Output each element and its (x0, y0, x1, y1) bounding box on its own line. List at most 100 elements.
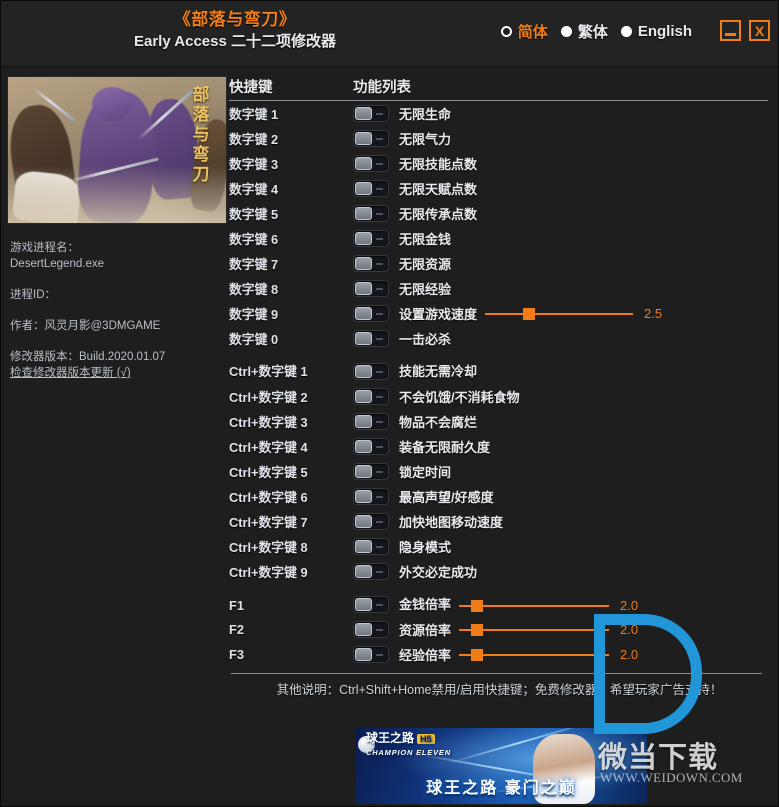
hotkey-label: 数字键 5 (229, 207, 279, 222)
cheat-name: 技能无需冷却 (399, 364, 478, 379)
slider-knob[interactable] (471, 623, 484, 636)
hotkey-label: Ctrl+数字键 9 (229, 565, 308, 580)
cheat-row: Ctrl+数字键 6 最高声望/好感度 (229, 484, 770, 509)
cheat-toggle[interactable] (353, 563, 389, 580)
cheat-row: Ctrl+数字键 5 锁定时间 (229, 459, 770, 484)
cheat-toggle[interactable] (353, 105, 389, 122)
language-selector: 简体 繁体 English (500, 21, 692, 42)
toggle-knob (355, 565, 372, 578)
column-header-function: 功能列表 (353, 80, 411, 96)
toggle-knob (355, 365, 372, 378)
game-cover-art: 部 落 与 弯 刀 (7, 76, 227, 224)
game-title: 《部落与弯刀》 (173, 10, 297, 29)
art-title-char: 刀 (192, 165, 210, 185)
trainer-subtitle: Early Access 二十二项修改器 (133, 33, 337, 50)
slider-track[interactable] (485, 307, 634, 320)
toggle-knob (355, 132, 372, 145)
cheat-toggle[interactable] (353, 305, 389, 322)
slider-knob[interactable] (471, 648, 484, 661)
value-slider[interactable]: 2.0 (459, 622, 638, 637)
toggle-knob (355, 332, 372, 345)
content-area: 部 落 与 弯 刀 游戏进程名： DesertLegend.exe 进程ID： … (1, 67, 778, 708)
language-label: English (637, 23, 692, 40)
radio-icon (500, 26, 512, 37)
cheat-toggle[interactable] (353, 413, 389, 430)
language-option-simplified[interactable]: 简体 (500, 21, 548, 42)
cheat-toggle[interactable] (353, 330, 389, 347)
hotkey-label: 数字键 3 (229, 157, 279, 172)
value-slider[interactable]: 2.0 (459, 598, 638, 613)
process-info: 游戏进程名： DesertLegend.exe 进程ID： 作者：风灵月影@3D… (10, 240, 229, 381)
minimize-button[interactable] (720, 20, 741, 41)
cheat-name: 外交必定成功 (399, 565, 478, 580)
toggle-knob (355, 515, 372, 528)
footer-note: 其他说明：Ctrl+Shift+Home禁用/启用快捷键；免费修改器，希望玩家广… (276, 683, 723, 697)
slider-track[interactable] (459, 648, 610, 661)
column-headers: 快捷键 功能列表 (229, 75, 768, 101)
cheat-row: F2 资源倍率 2.0 (229, 617, 770, 642)
hotkey-label: 数字键 2 (229, 132, 279, 147)
toggle-knob (355, 282, 372, 295)
cheat-toggle[interactable] (353, 513, 389, 530)
check-update-link[interactable]: 检查修改器版本更新 (√) (10, 365, 229, 381)
slider-value: 2.0 (620, 622, 639, 637)
toggle-dash-icon (376, 113, 383, 115)
cheat-toggle[interactable] (353, 538, 389, 555)
hotkey-label: Ctrl+数字键 7 (229, 515, 308, 530)
cheat-toggle[interactable] (353, 488, 389, 505)
title-bar: 《部落与弯刀》 Early Access 二十二项修改器 简体 繁体 Engli… (1, 1, 778, 67)
cheat-toggle[interactable] (353, 230, 389, 247)
cheat-toggle[interactable] (353, 438, 389, 455)
cheat-toggle[interactable] (353, 463, 389, 480)
hotkey-label: 数字键 8 (229, 282, 279, 297)
cheat-name: 最高声望/好感度 (399, 490, 494, 505)
cheat-name: 无限经验 (399, 282, 452, 297)
cheat-toggle[interactable] (353, 205, 389, 222)
cheat-toggle[interactable] (353, 363, 389, 380)
cheat-row: Ctrl+数字键 9 外交必定成功 (229, 559, 770, 584)
slider-track[interactable] (459, 623, 610, 636)
hotkey-label: 数字键 9 (229, 307, 279, 322)
cheat-list: 快捷键 功能列表 数字键 1 无限生命 数字键 2 无限气力 数字键 3 无限技能点数 数字… (229, 67, 778, 708)
cheat-toggle[interactable] (353, 646, 389, 663)
slider-value: 2.5 (644, 306, 663, 321)
hotkey-label: 数字键 6 (229, 232, 279, 247)
toggle-dash-icon (376, 654, 383, 656)
toggle-knob (355, 307, 372, 320)
toggle-dash-icon (376, 446, 383, 448)
slider-knob[interactable] (523, 307, 536, 320)
close-button[interactable]: X (749, 20, 770, 41)
cheat-toggle[interactable] (353, 155, 389, 172)
value-slider[interactable]: 2.5 (485, 306, 662, 321)
cheat-row: 数字键 6 无限金钱 (229, 226, 770, 251)
cheat-row: Ctrl+数字键 4 装备无限耐久度 (229, 434, 770, 459)
language-label: 繁体 (577, 24, 608, 41)
cheat-toggle[interactable] (353, 255, 389, 272)
toggle-knob (355, 465, 372, 478)
language-option-traditional[interactable]: 繁体 (560, 21, 608, 42)
version-label: 修改器版本：Build.2020.01.07 (10, 351, 166, 363)
author-label: 作者：风灵月影@3DMGAME (10, 320, 161, 332)
cheat-toggle[interactable] (353, 621, 389, 638)
toggle-knob (355, 207, 372, 220)
value-slider[interactable]: 2.0 (459, 647, 638, 662)
language-option-english[interactable]: English (620, 23, 692, 40)
slider-knob[interactable] (471, 599, 484, 612)
ad-logo-en: CHAMPION ELEVEN (366, 748, 451, 757)
cheat-toggle[interactable] (353, 596, 389, 613)
cheat-toggle[interactable] (353, 180, 389, 197)
ad-banner[interactable]: 球王之路 H5 CHAMPION ELEVEN 球王之路 豪门之巅 (356, 728, 647, 804)
cheat-toggle[interactable] (353, 388, 389, 405)
title-block: 《部落与弯刀》 Early Access 二十二项修改器 (1, 9, 469, 53)
slider-track[interactable] (459, 599, 610, 612)
hotkey-label: Ctrl+数字键 8 (229, 540, 308, 555)
radio-icon (620, 26, 632, 37)
cheat-row: Ctrl+数字键 8 隐身模式 (229, 534, 770, 559)
cheat-toggle[interactable] (353, 130, 389, 147)
toggle-knob (355, 490, 372, 503)
process-id-block: 进程ID： (10, 287, 229, 303)
radio-icon (560, 26, 572, 37)
cheat-row: F3 经验倍率 2.0 (229, 642, 770, 667)
cheat-toggle[interactable] (353, 280, 389, 297)
toggle-dash-icon (376, 521, 383, 523)
